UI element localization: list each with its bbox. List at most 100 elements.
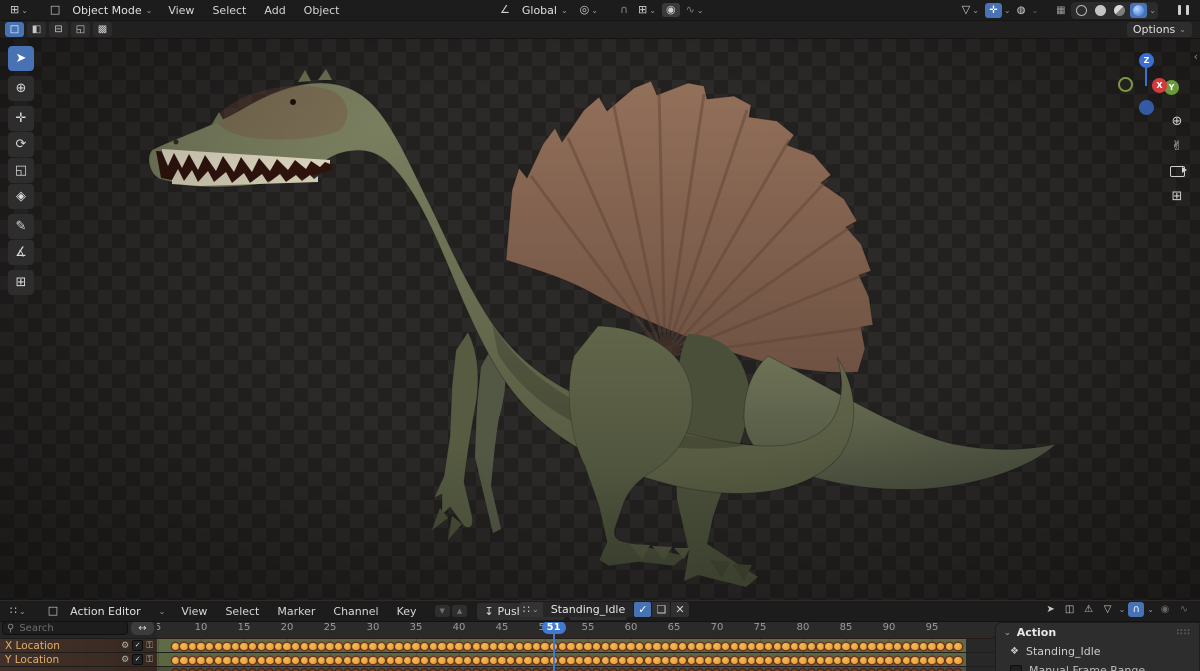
keyframe[interactable] <box>653 642 661 651</box>
keyframe[interactable] <box>928 656 936 665</box>
select-mode-subtract[interactable]: ⊟ <box>49 21 68 37</box>
keyframe[interactable] <box>756 656 764 665</box>
snap-toggle-button[interactable]: ∩ <box>616 3 632 17</box>
sidebar-toggle-icon[interactable]: ‹ <box>1194 50 1198 63</box>
fake-user-shield-button[interactable]: ✓ <box>634 602 652 617</box>
mode-icon-button[interactable]: □ <box>46 3 64 17</box>
show-gizmo-button[interactable]: ✛ <box>984 2 1002 18</box>
gizmo-z-axis[interactable]: Z <box>1139 53 1154 68</box>
keyframe[interactable] <box>799 642 807 651</box>
keyframe[interactable] <box>610 642 618 651</box>
channel-row-partial[interactable] <box>0 666 157 671</box>
keyframe[interactable] <box>180 642 188 651</box>
channel-search-box[interactable]: ⚲ <box>2 621 128 635</box>
rotate-tool[interactable]: ⟳ <box>8 132 34 157</box>
navigation-gizmo[interactable]: Z X Y <box>1112 46 1182 116</box>
browse-action-button[interactable]: ∷ ⌄ <box>519 602 543 617</box>
chevron-down-icon[interactable]: ⌄ <box>1032 6 1039 15</box>
annotate-tool[interactable]: ✎ <box>8 214 34 239</box>
keyframe[interactable] <box>739 656 747 665</box>
panel-grip-icon[interactable]: ∷∷ <box>1176 628 1191 638</box>
keyframe[interactable] <box>498 642 506 651</box>
keyframe[interactable] <box>309 642 317 651</box>
keyframe[interactable] <box>412 656 420 665</box>
proportional-editing-button[interactable]: ◉ <box>661 3 680 17</box>
menu-marker[interactable]: Marker <box>269 603 323 620</box>
panel-action-item[interactable]: ❖ Standing_Idle <box>996 641 1199 661</box>
keyframe[interactable] <box>928 642 936 651</box>
keyframe[interactable] <box>825 656 833 665</box>
transform-tool[interactable]: ◈ <box>8 184 34 209</box>
keyframe[interactable] <box>868 656 876 665</box>
dope-mode-dropdown[interactable]: Action Editor ⌄ <box>64 604 171 619</box>
keyframe[interactable] <box>868 642 876 651</box>
current-frame-indicator[interactable]: 51 <box>541 621 566 634</box>
lock-icon[interactable]: ⚿ <box>146 641 153 651</box>
menu-select[interactable]: Select <box>217 603 267 620</box>
falloff-curve-icon[interactable]: ∿ <box>1176 602 1192 617</box>
keyframe[interactable] <box>197 656 205 665</box>
keyframe[interactable] <box>567 642 575 651</box>
keyframe[interactable] <box>223 656 231 665</box>
keyframe[interactable] <box>739 642 747 651</box>
keyframe[interactable] <box>825 642 833 651</box>
keyframe[interactable] <box>481 642 489 651</box>
keyframe[interactable] <box>283 642 291 651</box>
modifier-wrench-icon[interactable]: ⚙ <box>121 655 129 665</box>
keyframe[interactable] <box>713 642 721 651</box>
keyframe[interactable] <box>670 656 678 665</box>
shading-solid-button[interactable] <box>1092 3 1109 18</box>
scale-tool[interactable]: ◱ <box>8 158 34 183</box>
keyframe[interactable] <box>653 656 661 665</box>
menu-select[interactable]: Select <box>204 2 254 19</box>
shading-wireframe-button[interactable] <box>1073 3 1090 18</box>
keyframe[interactable] <box>524 656 532 665</box>
ortho-grid-icon[interactable]: ⊞ <box>1168 187 1186 205</box>
keyframe[interactable] <box>326 656 334 665</box>
lock-icon[interactable]: ⚿ <box>146 655 153 665</box>
keyframe[interactable] <box>799 656 807 665</box>
move-channel-down-button[interactable]: ▼ <box>434 605 450 617</box>
new-action-button[interactable]: ❏ <box>652 602 671 617</box>
keyframe[interactable] <box>842 656 850 665</box>
pan-hand-icon[interactable]: ✌ <box>1168 137 1186 155</box>
xray-toggle-button[interactable]: ▦ <box>1052 3 1069 18</box>
dope-mode-icon-button[interactable]: □ <box>44 604 62 618</box>
add-cube-tool[interactable]: ⊞ <box>8 270 34 295</box>
keyframe[interactable] <box>567 656 575 665</box>
shading-material-button[interactable] <box>1111 3 1128 18</box>
chevron-down-icon[interactable]: ⌄ <box>1004 6 1011 15</box>
move-channel-up-button[interactable]: ▲ <box>451 605 468 617</box>
measure-tool[interactable]: ∡ <box>8 240 34 265</box>
mode-dropdown[interactable]: Object Mode ⌄ <box>66 3 158 18</box>
options-dropdown[interactable]: Options ⌄ <box>1126 21 1192 37</box>
dinosaur-model[interactable] <box>0 38 1200 600</box>
unlink-action-button[interactable]: ✕ <box>671 602 689 617</box>
snap-magnet-icon[interactable]: ∩ <box>1128 602 1145 617</box>
select-mode-invert[interactable]: ◱ <box>71 21 90 37</box>
keyframe[interactable] <box>584 642 592 651</box>
playhead-line[interactable] <box>552 634 555 671</box>
keyframe[interactable] <box>885 642 893 651</box>
keyframe[interactable] <box>627 642 635 651</box>
keyframe[interactable] <box>266 656 274 665</box>
keyframe[interactable] <box>223 642 231 651</box>
zoom-icon[interactable]: ⊕ <box>1168 112 1186 130</box>
menu-view[interactable]: View <box>160 2 202 19</box>
cursor-tool[interactable]: ⊕ <box>8 76 34 101</box>
keyframe[interactable] <box>756 642 764 651</box>
keyframe[interactable] <box>326 642 334 651</box>
keyframe[interactable] <box>395 642 403 651</box>
manual-frame-range-row[interactable]: Manual Frame Range <box>996 661 1199 671</box>
proportional-edit-icon[interactable]: ◉ <box>1157 602 1173 617</box>
keyframe[interactable] <box>240 642 248 651</box>
menu-add[interactable]: Add <box>256 2 293 19</box>
keyframe[interactable] <box>352 656 360 665</box>
fit-range-button[interactable]: ↔ <box>131 621 154 635</box>
keyframe[interactable] <box>395 656 403 665</box>
menu-object[interactable]: Object <box>296 2 348 19</box>
filter-funnel-icon[interactable]: ▽ <box>1100 602 1116 617</box>
action-panel-header[interactable]: ⌄ Action ∷∷ <box>996 623 1199 641</box>
show-hidden-icon[interactable]: ◫ <box>1062 602 1078 617</box>
keyframe[interactable] <box>541 656 549 665</box>
